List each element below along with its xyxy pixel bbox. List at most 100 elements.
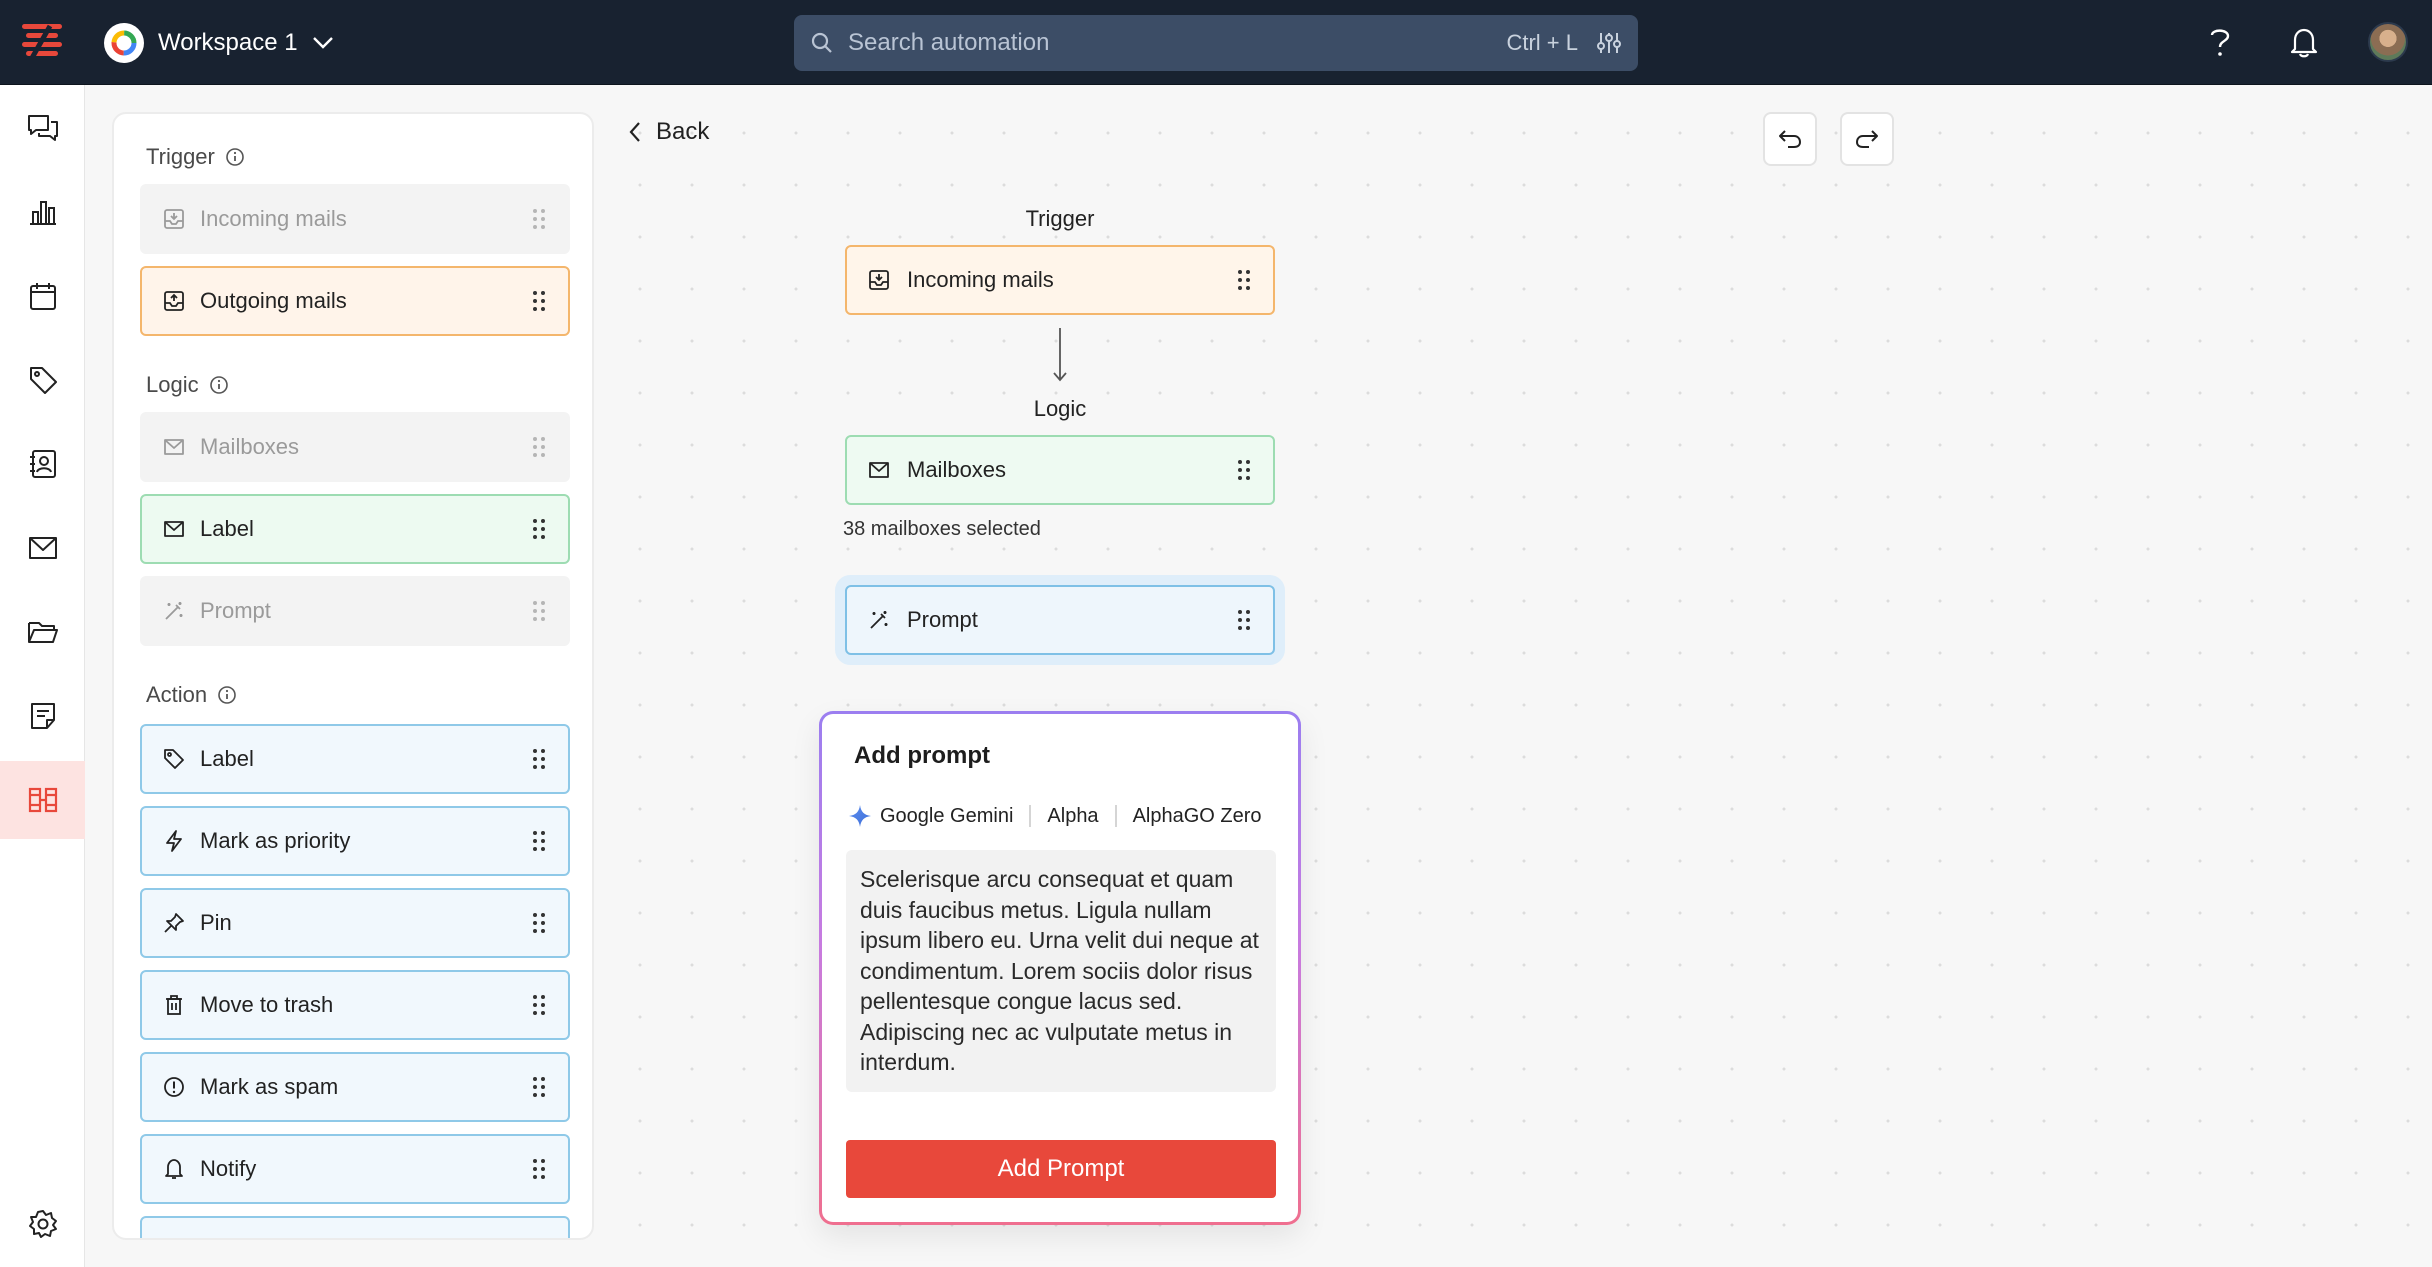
palette-item-mailboxes[interactable]: Mailboxes <box>140 412 570 482</box>
model-option-google-gemini[interactable]: Google Gemini <box>880 805 1013 828</box>
flow-node-prompt[interactable]: Prompt <box>845 585 1275 655</box>
drag-handle-icon[interactable] <box>530 435 548 459</box>
pin-icon <box>162 911 186 935</box>
palette-item-label: Incoming mails <box>200 206 347 231</box>
model-option-alphago-zero[interactable]: AlphaGO Zero <box>1133 805 1262 828</box>
palette-item-label: Prompt <box>200 598 271 623</box>
rail-notes-icon[interactable] <box>0 677 85 755</box>
drag-handle-icon[interactable] <box>530 1075 548 1099</box>
logic-heading-label: Logic <box>146 372 199 397</box>
palette-item-label-logic[interactable]: Label <box>140 494 570 564</box>
flow-logic-label: Logic <box>1033 396 1087 421</box>
chevron-left-icon <box>629 122 640 142</box>
workspace-google-icon <box>104 23 144 63</box>
drag-handle-icon[interactable] <box>530 747 548 771</box>
inbox-upload-icon <box>162 289 186 313</box>
palette-item-move-to-trash[interactable]: Move to trash <box>140 970 570 1040</box>
mail-icon <box>867 458 891 482</box>
model-separator <box>1114 805 1117 827</box>
palette-item-label: Mark as spam <box>200 1074 339 1099</box>
drag-handle-icon[interactable] <box>530 207 548 231</box>
drag-handle-icon[interactable] <box>530 289 548 313</box>
settings-icon[interactable] <box>0 1185 85 1263</box>
workspace-name: Workspace 1 <box>158 29 298 56</box>
trigger-section-heading: Trigger <box>146 144 245 170</box>
user-avatar[interactable] <box>2368 22 2408 62</box>
info-icon[interactable] <box>209 375 229 395</box>
redo-button[interactable] <box>1840 112 1894 166</box>
action-section-heading: Action <box>146 682 237 708</box>
palette-item-mark-as-spam[interactable]: Mark as spam <box>140 1052 570 1122</box>
drag-handle-icon[interactable] <box>530 911 548 935</box>
palette-item-partial[interactable] <box>140 1216 570 1240</box>
rail-contacts-icon[interactable] <box>0 425 85 503</box>
info-icon[interactable] <box>225 147 245 167</box>
gemini-sparkle-icon <box>849 805 871 827</box>
rail-folder-icon[interactable] <box>0 593 85 671</box>
rail-mail-icon[interactable] <box>0 509 85 587</box>
palette-item-notify[interactable]: Notify <box>140 1134 570 1204</box>
trash-icon <box>162 993 186 1017</box>
drag-handle-icon[interactable] <box>1235 458 1253 482</box>
flow-node-logic[interactable]: Mailboxes <box>845 435 1275 505</box>
flow-node-trigger[interactable]: Incoming mails <box>845 245 1275 315</box>
rail-calendar-icon[interactable] <box>0 257 85 335</box>
bell-icon <box>162 1157 186 1181</box>
palette-item-outgoing-mails[interactable]: Outgoing mails <box>140 266 570 336</box>
lightning-icon <box>162 829 186 853</box>
bell-icon[interactable] <box>2284 22 2324 62</box>
model-separator <box>1029 805 1032 827</box>
back-label: Back <box>656 118 710 145</box>
mail-icon <box>162 517 186 541</box>
rail-tag-icon[interactable] <box>0 341 85 419</box>
search-shortcut: Ctrl + L <box>1506 30 1578 55</box>
action-icon <box>162 1239 186 1240</box>
automation-palette: Trigger Incoming mails Outgoing mails Lo… <box>112 112 594 1240</box>
palette-item-action-label[interactable]: Label <box>140 724 570 794</box>
palette-item-label: Move to trash <box>200 992 334 1017</box>
undo-icon <box>1779 130 1801 148</box>
inbox-download-icon <box>162 207 186 231</box>
prompt-textarea[interactable]: Scelerisque arcu consequat et quam duis … <box>846 850 1276 1092</box>
flow-node-label: Mailboxes <box>907 457 1007 482</box>
search-input[interactable]: Search automation <box>848 29 1506 57</box>
rail-analytics-icon[interactable] <box>0 173 85 251</box>
palette-item-prompt[interactable]: Prompt <box>140 576 570 646</box>
search-bar[interactable]: Search automation Ctrl + L <box>794 15 1638 71</box>
top-bar: Workspace 1 Search automation Ctrl + L <box>0 0 2432 85</box>
drag-handle-icon[interactable] <box>1235 608 1253 632</box>
drag-handle-icon[interactable] <box>530 829 548 853</box>
drag-handle-icon[interactable] <box>530 1157 548 1181</box>
popover-body: Add prompt Google Gemini Alpha AlphaGO Z… <box>822 714 1298 1222</box>
filter-sliders-icon[interactable] <box>1596 30 1622 56</box>
palette-item-incoming-mails[interactable]: Incoming mails <box>140 184 570 254</box>
help-icon[interactable] <box>2200 22 2240 62</box>
rail-chat-icon[interactable] <box>0 89 85 167</box>
palette-item-label: Outgoing mails <box>200 288 347 313</box>
model-option-alpha[interactable]: Alpha <box>1047 805 1098 828</box>
drag-handle-icon[interactable] <box>530 517 548 541</box>
drag-handle-icon[interactable] <box>530 993 548 1017</box>
rail-automation-icon[interactable] <box>0 761 85 839</box>
chevron-down-icon <box>312 37 333 49</box>
trigger-heading-label: Trigger <box>146 144 215 169</box>
drag-handle-icon[interactable] <box>530 1239 548 1240</box>
drag-handle-icon[interactable] <box>1235 268 1253 292</box>
info-icon[interactable] <box>217 685 237 705</box>
palette-item-label: Notify <box>200 1156 257 1181</box>
app-logo-icon[interactable] <box>18 20 66 64</box>
back-button[interactable]: Back <box>628 118 709 146</box>
undo-button[interactable] <box>1763 112 1817 166</box>
palette-item-pin[interactable]: Pin <box>140 888 570 958</box>
palette-item-mark-as-priority[interactable]: Mark as priority <box>140 806 570 876</box>
palette-item-label: Label <box>200 516 254 541</box>
inbox-download-icon <box>867 268 891 292</box>
workspace-switcher[interactable]: Workspace 1 <box>104 22 334 64</box>
magic-wand-icon <box>867 608 891 632</box>
flow-node-label: Prompt <box>907 607 978 632</box>
drag-handle-icon[interactable] <box>530 599 548 623</box>
add-prompt-button[interactable]: Add Prompt <box>846 1140 1276 1198</box>
action-heading-label: Action <box>146 682 208 707</box>
mailboxes-selected-count: 38 mailboxes selected <box>843 518 1041 540</box>
redo-icon <box>1856 130 1878 148</box>
